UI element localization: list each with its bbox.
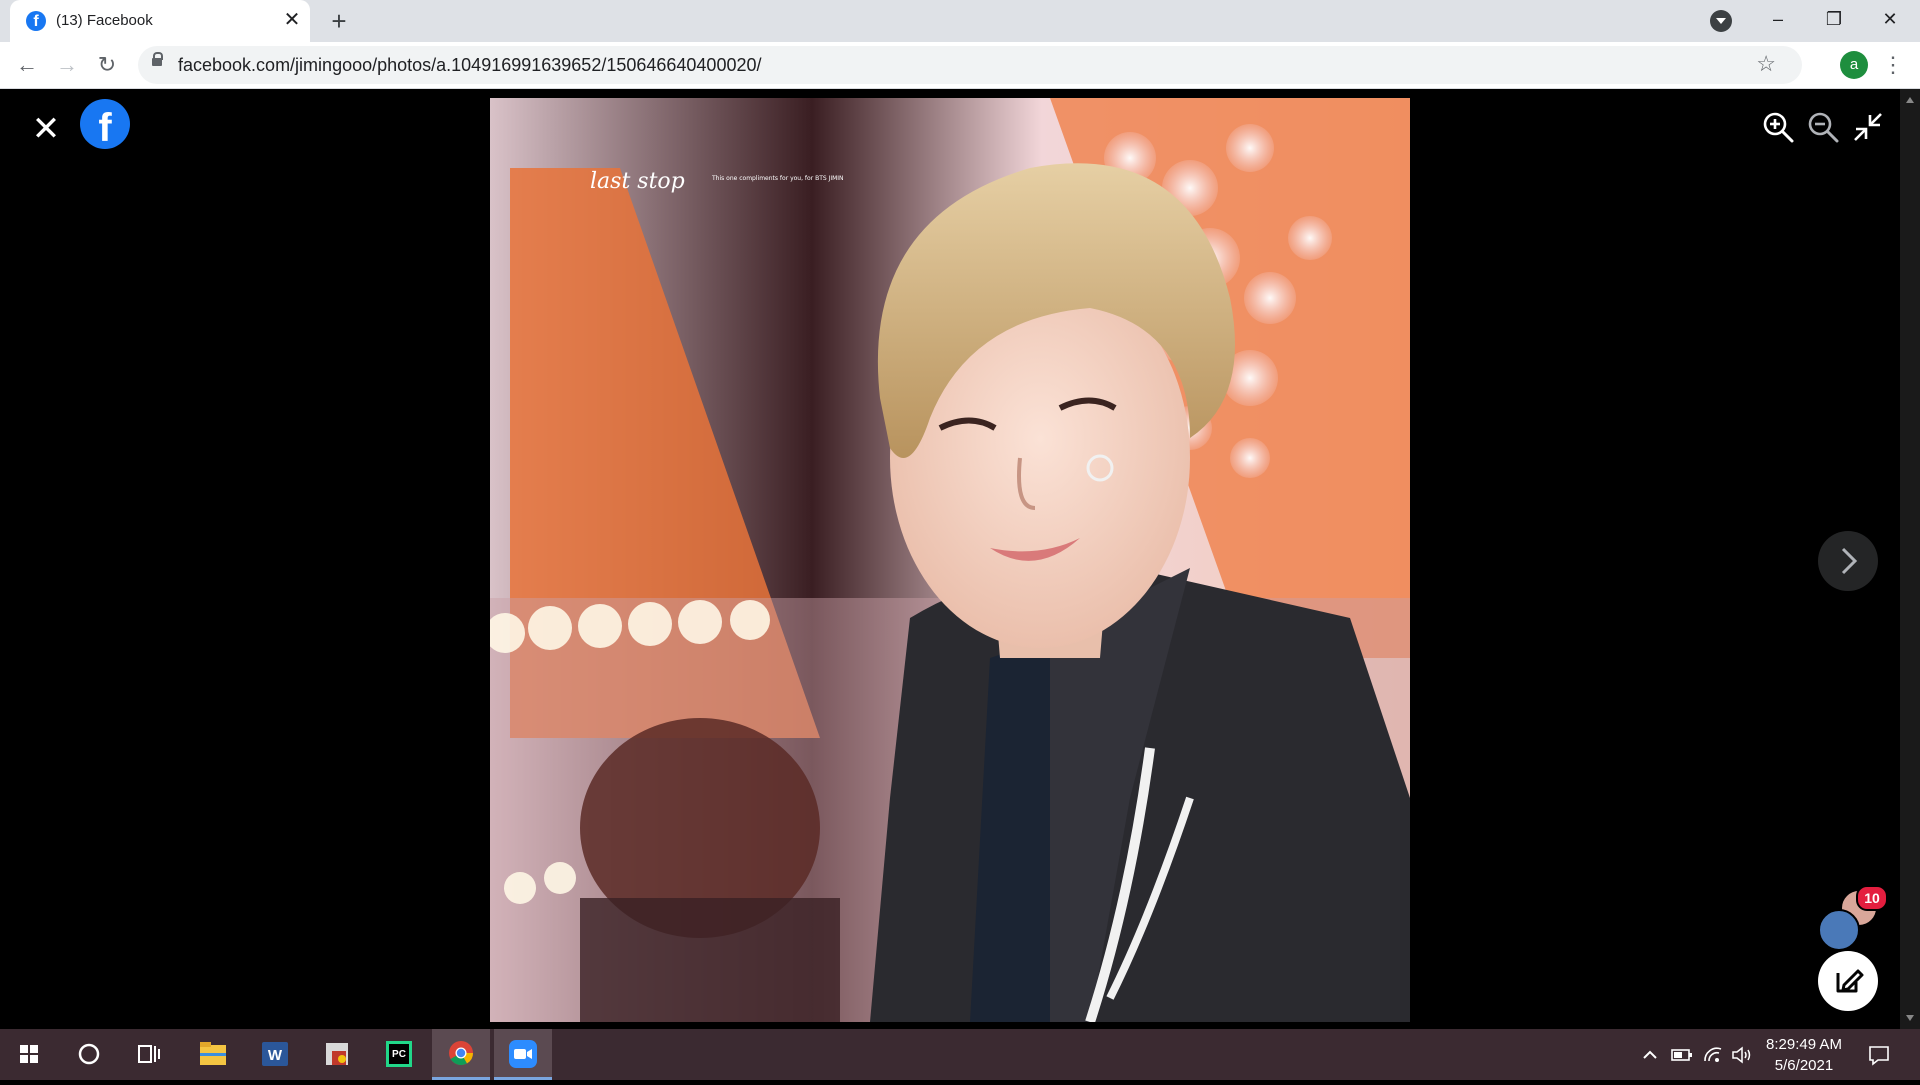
page-scrollbar[interactable] <box>1900 89 1920 1029</box>
file-explorer-button[interactable] <box>184 1029 242 1080</box>
chrome-button[interactable] <box>432 1029 490 1080</box>
back-button[interactable]: ← <box>12 50 42 80</box>
facebook-favicon-icon: f <box>26 11 46 31</box>
photo-image[interactable]: last stop This one compliments for you, … <box>490 98 1410 1022</box>
chat-avatar[interactable] <box>1818 909 1860 951</box>
volume-icon[interactable] <box>1730 1044 1754 1066</box>
word-button[interactable]: W <box>246 1029 304 1080</box>
chrome-icon <box>449 1041 473 1066</box>
forward-button[interactable]: → <box>52 50 82 80</box>
zoom-app-button[interactable] <box>494 1029 552 1080</box>
maximize-button[interactable]: ❐ <box>1806 0 1862 38</box>
lock-icon[interactable] <box>152 52 163 66</box>
photo-illustration: last stop This one compliments for you, … <box>490 98 1410 1022</box>
browser-tab[interactable]: f (13) Facebook ✕ <box>10 0 310 42</box>
photo-subcaption: This one compliments for you, for BTS JI… <box>711 175 844 182</box>
chevron-right-icon <box>1841 547 1858 575</box>
task-view-icon <box>138 1045 160 1063</box>
new-tab-button[interactable]: + <box>324 6 354 36</box>
url-text[interactable]: facebook.com/jimingooo/photos/a.10491699… <box>178 55 762 76</box>
cortana-icon <box>78 1043 100 1065</box>
notification-badge: 10 <box>1856 885 1888 911</box>
reload-button[interactable]: ↻ <box>92 50 122 80</box>
zoom-out-icon[interactable] <box>1805 109 1841 145</box>
pycharm-button[interactable]: PC <box>370 1029 428 1080</box>
clock-date: 5/6/2021 <box>1774 1057 1834 1074</box>
tab-title: (13) Facebook <box>56 12 153 29</box>
tab-search-icon[interactable] <box>1710 10 1732 32</box>
minimize-button[interactable]: – <box>1750 0 1806 38</box>
scroll-down-icon[interactable] <box>1906 1015 1914 1021</box>
cortana-button[interactable] <box>60 1029 118 1080</box>
windows-start-icon <box>20 1045 38 1063</box>
zoom-in-icon[interactable] <box>1760 109 1796 145</box>
battery-icon[interactable] <box>1670 1045 1694 1065</box>
pycharm-icon: PC <box>386 1041 412 1067</box>
notifications-icon[interactable] <box>1866 1042 1892 1068</box>
compose-icon <box>1836 969 1864 993</box>
scroll-up-icon[interactable] <box>1906 97 1914 103</box>
clock-time: 8:29:49 AM <box>1766 1036 1842 1053</box>
address-bar[interactable]: facebook.com/jimingooo/photos/a.10491699… <box>138 46 1802 84</box>
taskbar: W PC 8:29:49 AM 5/6/2021 <box>0 1029 1920 1080</box>
wifi-icon[interactable] <box>1702 1044 1724 1066</box>
system-clock[interactable]: 8:29:49 AM 5/6/2021 <box>1758 1034 1850 1076</box>
new-message-button[interactable] <box>1818 951 1878 1011</box>
bookmark-star-icon[interactable]: ☆ <box>1756 51 1776 77</box>
word-letter: W <box>268 1047 283 1064</box>
profile-avatar[interactable]: a <box>1840 51 1868 79</box>
tab-close-icon[interactable]: ✕ <box>280 8 304 32</box>
browser-toolbar: ← → ↻ facebook.com/jimingooo/photos/a.10… <box>0 42 1920 89</box>
windows-start-button[interactable] <box>0 1029 58 1080</box>
close-viewer-icon[interactable]: ✕ <box>28 111 64 147</box>
browser-menu-icon[interactable]: ⋮ <box>1882 50 1904 80</box>
photo-caption: last stop <box>590 169 685 194</box>
app-icon <box>326 1043 348 1065</box>
zoom-app-icon <box>509 1040 537 1068</box>
word-icon: W <box>262 1042 288 1066</box>
chevron-up-icon[interactable] <box>1640 1045 1660 1065</box>
next-photo-button[interactable] <box>1818 531 1878 591</box>
photo-viewer: ✕ f last stop This one compliments for y… <box>0 89 1900 1029</box>
facebook-logo[interactable]: f <box>80 99 130 150</box>
file-explorer-icon <box>200 1042 226 1065</box>
pycharm-label: PC <box>392 1049 406 1060</box>
chat-heads[interactable]: 10 <box>1818 885 1888 951</box>
task-view-button[interactable] <box>120 1029 178 1080</box>
app-button[interactable] <box>308 1029 366 1080</box>
exit-fullscreen-icon[interactable] <box>1850 109 1886 145</box>
browser-tab-strip: f (13) Facebook ✕ + – ❐ ✕ <box>0 0 1920 42</box>
window-close-button[interactable]: ✕ <box>1862 0 1918 38</box>
